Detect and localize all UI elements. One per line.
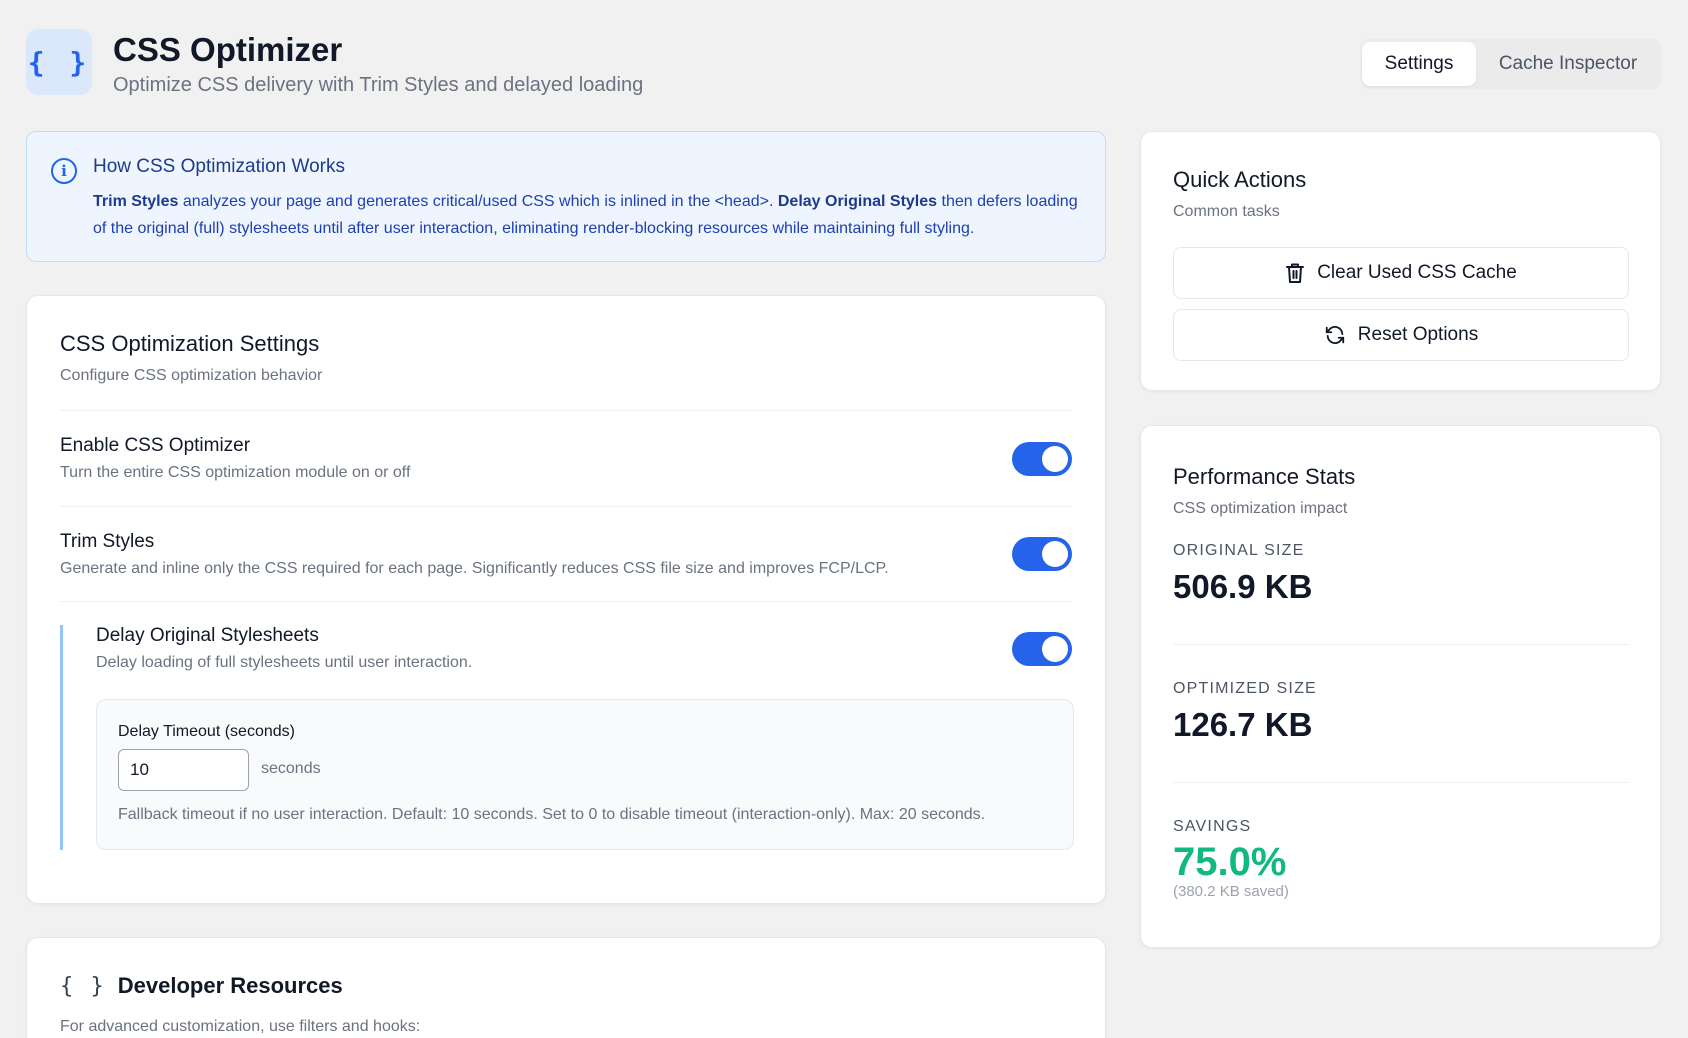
delay-timeout-label: Delay Timeout (seconds): [118, 723, 295, 740]
settings-card: CSS Optimization Settings Configure CSS …: [26, 295, 1106, 904]
quick-actions-card: Quick Actions Common tasks Clear Used CS…: [1140, 131, 1661, 391]
reset-options-button[interactable]: Reset Options: [1173, 309, 1629, 361]
savings-percentage: 75.0%: [1173, 840, 1287, 884]
savings-note: (380.2 KB saved): [1173, 883, 1289, 900]
clear-css-cache-button[interactable]: Clear Used CSS Cache: [1173, 247, 1629, 299]
delay-timeout-help: Fallback timeout if no user interaction.…: [118, 806, 986, 823]
info-icon: i: [51, 158, 77, 184]
developer-resources-title: { } Developer Resources: [60, 973, 343, 999]
stat-label: Original Size: [1173, 542, 1305, 559]
quick-actions-subtitle: Common tasks: [1173, 203, 1280, 220]
settings-title: CSS Optimization Settings: [60, 331, 320, 356]
delay-timeout-unit: seconds: [261, 760, 321, 777]
refresh-icon: [1325, 326, 1344, 344]
divider: [1173, 644, 1629, 645]
setting-trim-styles: Trim Styles Generate and inline only the…: [60, 531, 889, 578]
setting-title: Enable CSS Optimizer: [60, 435, 251, 456]
delay-timeout-panel: Delay Timeout (seconds) seconds Fallback…: [96, 699, 1074, 850]
stat-optimized-size: Optimized Size 126.7 KB: [1173, 680, 1629, 744]
enable-optimizer-toggle[interactable]: [1012, 442, 1072, 476]
performance-subtitle: CSS optimization impact: [1173, 500, 1348, 517]
divider: [60, 410, 1072, 411]
page-header: { } CSS Optimizer Optimize CSS delivery …: [26, 29, 1662, 99]
stat-original-size: Original Size 506.9 KB: [1173, 542, 1629, 606]
quick-actions-title: Quick Actions: [1173, 167, 1307, 192]
info-banner: i How CSS Optimization Works Trim Styles…: [26, 131, 1106, 262]
developer-resources-card: { } Developer Resources For advanced cus…: [26, 937, 1106, 1038]
stat-savings: Savings 75.0% (380.2 KB saved): [1173, 818, 1629, 900]
setting-desc: Turn the entire CSS optimization module …: [60, 464, 411, 481]
info-text-part: analyzes your page and generates critica…: [178, 193, 778, 210]
divider: [60, 506, 1072, 507]
developer-resources-subtitle: For advanced customization, use filters …: [60, 1018, 421, 1035]
divider: [1173, 782, 1629, 783]
trim-styles-toggle[interactable]: [1012, 537, 1072, 571]
stat-label: Savings: [1173, 818, 1252, 835]
delay-timeout-input[interactable]: [118, 749, 249, 791]
settings-subtitle: Configure CSS optimization behavior: [60, 367, 323, 384]
page-title: CSS Optimizer: [113, 31, 343, 68]
trash-icon: [1286, 263, 1305, 283]
tab-bar: Settings Cache Inspector: [1360, 39, 1662, 89]
performance-title: Performance Stats: [1173, 464, 1356, 489]
setting-title: Trim Styles: [60, 531, 155, 552]
setting-desc: Generate and inline only the CSS require…: [60, 560, 889, 577]
clear-css-cache-label: Clear Used CSS Cache: [1317, 262, 1517, 283]
stat-value: 506.9 KB: [1173, 568, 1313, 605]
delay-stylesheets-section: Delay Original Stylesheets Delay loading…: [60, 625, 1074, 850]
info-text: Trim Styles analyzes your page and gener…: [93, 188, 1083, 242]
info-bold-delay-styles: Delay Original Styles: [777, 193, 938, 210]
delay-stylesheets-toggle[interactable]: [1012, 632, 1072, 666]
setting-desc: Delay loading of full stylesheets until …: [96, 654, 473, 671]
page-subtitle: Optimize CSS delivery with Trim Styles a…: [113, 74, 644, 96]
developer-resources-heading: Developer Resources: [117, 973, 343, 998]
info-title: How CSS Optimization Works: [93, 156, 345, 177]
setting-enable-optimizer: Enable CSS Optimizer Turn the entire CSS…: [60, 435, 410, 482]
braces-icon: { }: [60, 973, 106, 999]
setting-title: Delay Original Stylesheets: [96, 625, 319, 646]
info-bold-trim-styles: Trim Styles: [93, 193, 179, 210]
divider: [60, 601, 1072, 602]
stat-value: 126.7 KB: [1173, 706, 1313, 743]
performance-stats-card: Performance Stats CSS optimization impac…: [1140, 425, 1661, 948]
reset-options-label: Reset Options: [1357, 324, 1479, 345]
tab-cache-inspector[interactable]: Cache Inspector: [1476, 42, 1660, 86]
braces-logo-icon: { }: [26, 29, 92, 95]
tab-settings[interactable]: Settings: [1362, 42, 1476, 86]
stat-label: Optimized Size: [1173, 680, 1317, 697]
